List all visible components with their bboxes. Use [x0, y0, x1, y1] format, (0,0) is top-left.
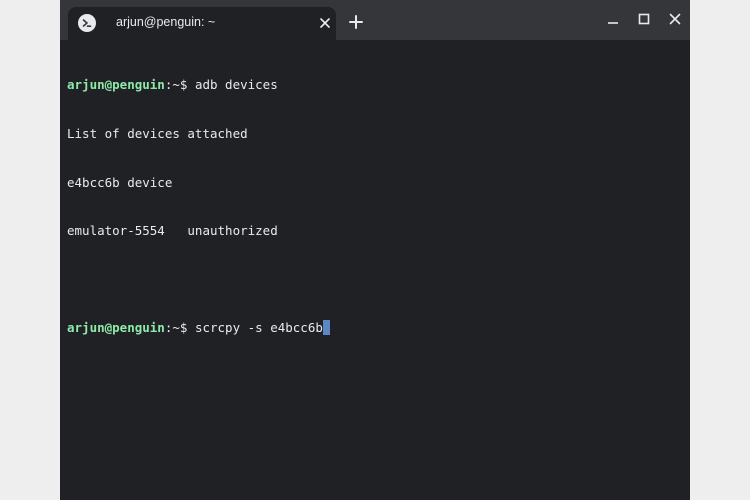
- prompt-path: :~$: [164, 320, 195, 336]
- tab-title: arjun@penguin: ~: [116, 15, 216, 29]
- command-line: arjun@penguin:~$ adb devices: [67, 77, 677, 93]
- close-window-button[interactable]: [666, 10, 684, 28]
- prompt-user: arjun@penguin: [67, 77, 165, 93]
- maximize-icon: [638, 13, 650, 25]
- terminal-output[interactable]: arjun@penguin:~$ adb devices List of dev…: [67, 45, 677, 485]
- text-cursor: [322, 320, 330, 336]
- plus-icon: [349, 15, 363, 29]
- terminal-prompt-icon: [78, 14, 96, 32]
- command-line: arjun@penguin:~$ scrcpy -s e4bcc6b: [67, 320, 677, 336]
- close-icon[interactable]: [316, 14, 334, 32]
- minimize-button[interactable]: [604, 10, 622, 28]
- command-input[interactable]: scrcpy -s e4bcc6b: [195, 320, 323, 335]
- titlebar: arjun@penguin: ~: [60, 0, 690, 40]
- output-line: emulator-5554 unauthorized: [67, 223, 278, 239]
- output-line: List of devices attached: [67, 126, 248, 141]
- new-tab-button[interactable]: [347, 13, 365, 31]
- prompt-user: arjun@penguin: [67, 320, 165, 336]
- terminal-window: arjun@penguin: ~ arjun@penguin:~$ adb de…: [60, 0, 690, 500]
- minimize-icon: [608, 22, 618, 24]
- close-icon: [669, 13, 681, 25]
- prompt-path: :~$: [164, 77, 195, 93]
- maximize-button[interactable]: [635, 10, 653, 28]
- command-text: adb devices: [194, 77, 278, 93]
- output-line: e4bcc6b device: [67, 174, 173, 190]
- tab-terminal[interactable]: arjun@penguin: ~: [68, 7, 336, 40]
